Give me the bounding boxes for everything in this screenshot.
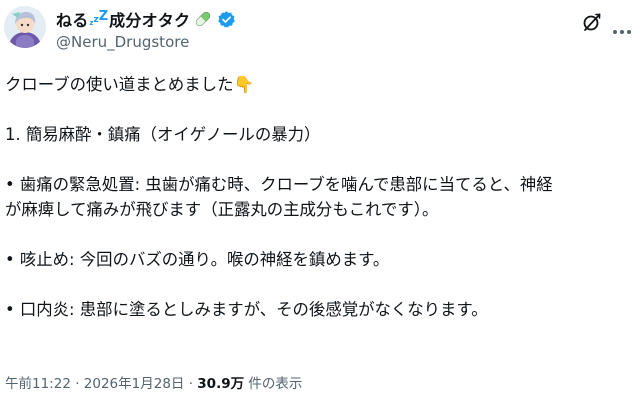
post-date[interactable]: 2026年1月28日 bbox=[84, 376, 185, 392]
post-meta: 午前11:22 · 2026年1月28日 · 30.9万 件の表示 bbox=[5, 372, 302, 392]
meta-separator: · bbox=[184, 376, 198, 392]
more-options-icon[interactable] bbox=[612, 20, 632, 34]
sleep-zz-text: z z Z bbox=[89, 10, 108, 28]
post-time[interactable]: 午前11:22 bbox=[5, 376, 71, 392]
post-line: が麻痺して痛みが飛びます（正露丸の主成分もこれです）。 bbox=[5, 200, 439, 219]
post-line: • 口内炎: 患部に塗るとしみますが、その後感覚がなくなります。 bbox=[5, 300, 488, 319]
post-body: クローブの使い道まとめました👇 1. 簡易麻酔・鎮痛（オイゲノールの暴力） • … bbox=[5, 72, 625, 322]
post-line: クローブの使い道まとめました👇 bbox=[5, 75, 254, 94]
display-name-prefix[interactable]: ねる bbox=[56, 7, 88, 31]
zz-char: Z bbox=[98, 9, 109, 24]
post-header: ねる z z Z 成分オタク @Neru_Drugstore bbox=[56, 7, 236, 51]
post-line: • 咳止め: 今回のバズの通り。喉の神経を鎮めます。 bbox=[5, 250, 390, 269]
verified-badge-icon[interactable] bbox=[217, 10, 236, 29]
post-card: ねる z z Z 成分オタク @Neru_Drugstore クローブの使い道ま… bbox=[0, 0, 640, 404]
display-name-row[interactable]: ねる z z Z 成分オタク bbox=[56, 7, 236, 31]
grok-icon[interactable] bbox=[582, 12, 602, 32]
user-handle[interactable]: @Neru_Drugstore bbox=[56, 33, 236, 51]
meta-separator: · bbox=[70, 376, 84, 392]
avatar[interactable] bbox=[4, 6, 46, 48]
display-name-suffix[interactable]: 成分オタク bbox=[109, 7, 190, 31]
pill-icon bbox=[193, 9, 213, 29]
avatar-image bbox=[4, 6, 46, 48]
view-count[interactable]: 30.9万 bbox=[197, 376, 244, 392]
post-line: • 歯痛の緊急処置: 虫歯が痛む時、クローブを噛んで患部に当てると、神経 bbox=[5, 175, 553, 194]
post-line: 1. 簡易麻酔・鎮痛（オイゲノールの暴力） bbox=[5, 125, 321, 144]
view-label: 件の表示 bbox=[244, 376, 303, 392]
